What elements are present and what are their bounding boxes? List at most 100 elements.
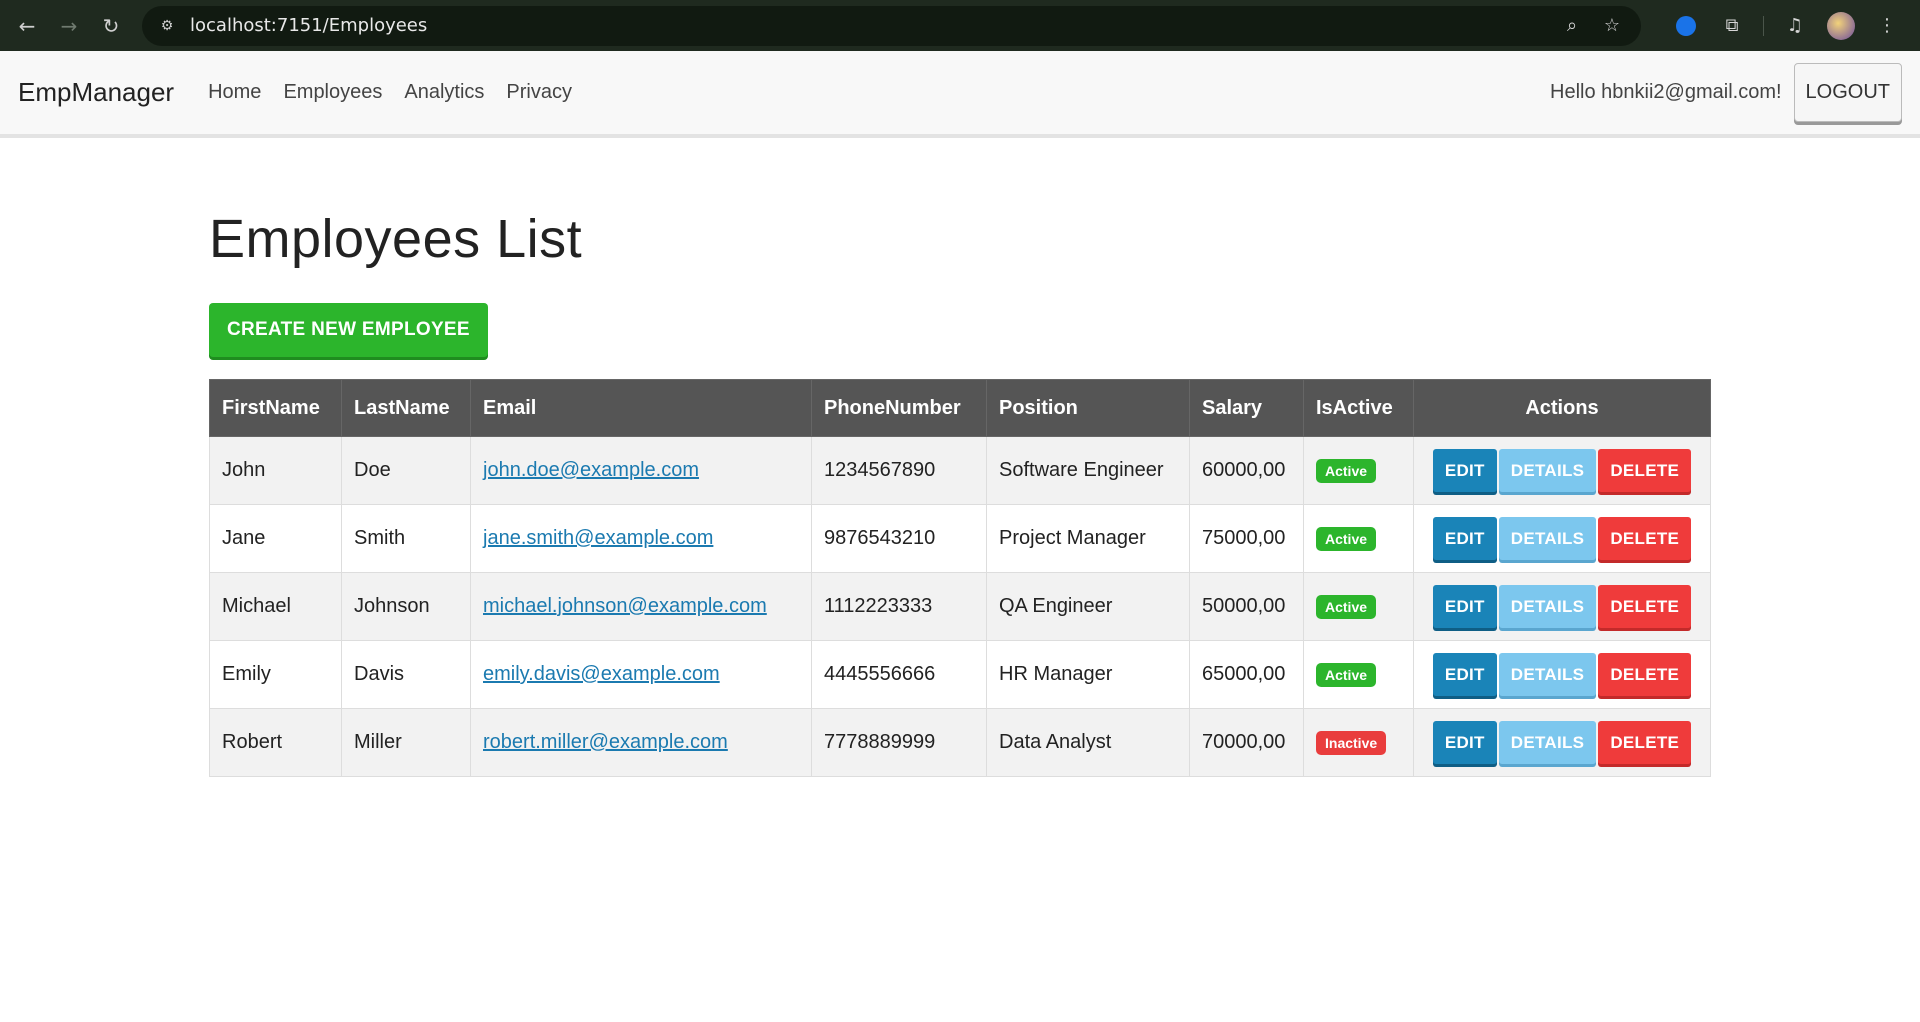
nav-link-employees[interactable]: Employees <box>283 81 382 104</box>
user-greeting: Hello hbnkii2@gmail.com! <box>1550 81 1782 103</box>
cell-email: jane.smith@example.com <box>470 504 812 573</box>
column-header-phone: PhoneNumber <box>811 379 987 437</box>
cell-firstname: Robert <box>209 708 342 777</box>
profile-avatar[interactable] <box>1824 9 1858 43</box>
cell-lastname: Johnson <box>341 572 471 641</box>
cell-status: Active <box>1303 572 1414 641</box>
app-navbar: EmpManager Home Employees Analytics Priv… <box>0 51 1920 138</box>
toolbar-divider <box>1763 15 1764 36</box>
bookmark-star-icon[interactable]: ☆ <box>1597 11 1627 41</box>
edit-button[interactable]: EDIT <box>1432 721 1497 764</box>
column-header-actions: Actions <box>1413 379 1711 437</box>
cell-salary: 70000,00 <box>1189 708 1304 777</box>
status-badge: Active <box>1316 594 1377 619</box>
cell-email: emily.davis@example.com <box>470 640 812 709</box>
cell-email: john.doe@example.com <box>470 436 812 505</box>
edit-button[interactable]: EDIT <box>1432 653 1497 696</box>
table-row: Emily Davis emily.davis@example.com 4445… <box>209 640 1711 709</box>
back-icon[interactable]: ← <box>10 9 44 43</box>
reload-icon[interactable]: ↻ <box>94 9 128 43</box>
cell-position: Project Manager <box>986 504 1190 573</box>
email-link[interactable]: emily.davis@example.com <box>483 663 720 685</box>
extension-icon[interactable] <box>1669 9 1703 43</box>
delete-button[interactable]: DELETE <box>1598 449 1692 492</box>
edit-button[interactable]: EDIT <box>1432 585 1497 628</box>
delete-button[interactable]: DELETE <box>1598 721 1692 764</box>
status-badge: Active <box>1316 526 1377 551</box>
delete-button[interactable]: DELETE <box>1598 517 1692 560</box>
cell-phone: 4445556666 <box>811 640 987 709</box>
details-button[interactable]: DETAILS <box>1498 449 1597 492</box>
table-row: Jane Smith jane.smith@example.com 987654… <box>209 504 1711 573</box>
delete-button[interactable]: DELETE <box>1598 585 1692 628</box>
table-header-row: FirstName LastName Email PhoneNumber Pos… <box>209 379 1711 437</box>
column-header-firstname: FirstName <box>209 379 342 437</box>
email-link[interactable]: michael.johnson@example.com <box>483 595 767 617</box>
url-text[interactable]: localhost:7151/Employees <box>190 15 1547 36</box>
table-row: John Doe john.doe@example.com 1234567890… <box>209 436 1711 505</box>
email-link[interactable]: john.doe@example.com <box>483 459 699 481</box>
column-header-lastname: LastName <box>341 379 471 437</box>
cell-status: Active <box>1303 436 1414 505</box>
media-control-icon[interactable]: ♫ <box>1778 9 1812 43</box>
column-header-email: Email <box>470 379 812 437</box>
forward-icon[interactable]: → <box>52 9 86 43</box>
cell-salary: 60000,00 <box>1189 436 1304 505</box>
cell-position: Software Engineer <box>986 436 1190 505</box>
table-row: Michael Johnson michael.johnson@example.… <box>209 572 1711 641</box>
cell-firstname: Michael <box>209 572 342 641</box>
cell-salary: 65000,00 <box>1189 640 1304 709</box>
zoom-icon[interactable]: ⌕ <box>1557 11 1587 41</box>
cell-actions: EDIT DETAILS DELETE <box>1413 504 1711 573</box>
extensions-puzzle-icon[interactable]: ⧉ <box>1715 9 1749 43</box>
status-badge: Inactive <box>1316 730 1387 755</box>
cell-position: HR Manager <box>986 640 1190 709</box>
browser-toolbar: ← → ↻ ⚙ localhost:7151/Employees ⌕ ☆ ⧉ ♫… <box>0 0 1920 51</box>
cell-actions: EDIT DETAILS DELETE <box>1413 708 1711 777</box>
edit-button[interactable]: EDIT <box>1432 449 1497 492</box>
nav-link-analytics[interactable]: Analytics <box>404 81 484 104</box>
status-badge: Active <box>1316 458 1377 483</box>
cell-firstname: Emily <box>209 640 342 709</box>
cell-lastname: Miller <box>341 708 471 777</box>
cell-status: Active <box>1303 504 1414 573</box>
cell-position: Data Analyst <box>986 708 1190 777</box>
brand-logo[interactable]: EmpManager <box>18 77 174 108</box>
create-employee-button[interactable]: CREATE NEW EMPLOYEE <box>209 303 488 357</box>
site-info-icon[interactable]: ⚙ <box>156 15 178 37</box>
edit-button[interactable]: EDIT <box>1432 517 1497 560</box>
logout-button[interactable]: LOGOUT <box>1793 63 1902 122</box>
main-content: Employees List CREATE NEW EMPLOYEE First… <box>0 208 1920 777</box>
email-link[interactable]: robert.miller@example.com <box>483 731 728 753</box>
column-header-salary: Salary <box>1189 379 1304 437</box>
cell-phone: 9876543210 <box>811 504 987 573</box>
cell-firstname: Jane <box>209 504 342 573</box>
cell-firstname: John <box>209 436 342 505</box>
email-link[interactable]: jane.smith@example.com <box>483 527 713 549</box>
details-button[interactable]: DETAILS <box>1498 721 1597 764</box>
cell-lastname: Doe <box>341 436 471 505</box>
column-header-position: Position <box>986 379 1190 437</box>
page-title: Employees List <box>209 209 583 269</box>
cell-phone: 7778889999 <box>811 708 987 777</box>
cell-actions: EDIT DETAILS DELETE <box>1413 572 1711 641</box>
menu-kebab-icon[interactable]: ⋮ <box>1870 9 1904 43</box>
details-button[interactable]: DETAILS <box>1498 517 1597 560</box>
cell-status: Active <box>1303 640 1414 709</box>
cell-phone: 1112223333 <box>811 572 987 641</box>
column-header-isactive: IsActive <box>1303 379 1414 437</box>
status-badge: Active <box>1316 662 1377 687</box>
details-button[interactable]: DETAILS <box>1498 585 1597 628</box>
details-button[interactable]: DETAILS <box>1498 653 1597 696</box>
nav-link-privacy[interactable]: Privacy <box>506 81 572 104</box>
delete-button[interactable]: DELETE <box>1598 653 1692 696</box>
table-row: Robert Miller robert.miller@example.com … <box>209 708 1711 777</box>
nav-link-home[interactable]: Home <box>208 81 261 104</box>
cell-position: QA Engineer <box>986 572 1190 641</box>
cell-salary: 75000,00 <box>1189 504 1304 573</box>
cell-lastname: Smith <box>341 504 471 573</box>
cell-actions: EDIT DETAILS DELETE <box>1413 436 1711 505</box>
employees-table: FirstName LastName Email PhoneNumber Pos… <box>209 379 1711 777</box>
cell-actions: EDIT DETAILS DELETE <box>1413 640 1711 709</box>
address-bar[interactable]: ⚙ localhost:7151/Employees ⌕ ☆ <box>142 5 1641 46</box>
